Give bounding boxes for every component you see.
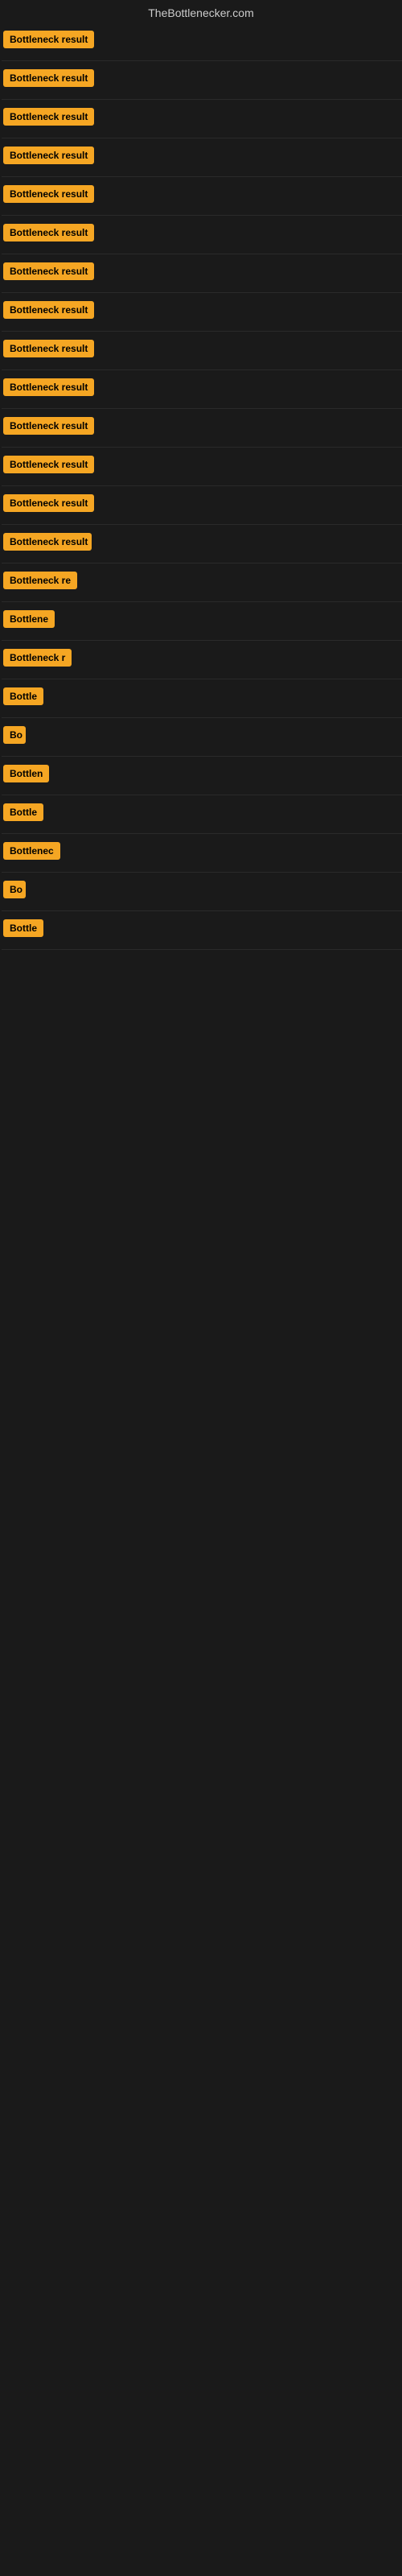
bottleneck-badge-24[interactable]: Bottle <box>3 919 43 937</box>
result-row-12: Bottleneck result <box>2 448 402 486</box>
bottleneck-badge-19[interactable]: Bo <box>3 726 26 744</box>
result-row-1: Bottleneck result <box>2 23 402 61</box>
bottleneck-badge-16[interactable]: Bottlene <box>3 610 55 628</box>
result-row-9: Bottleneck result <box>2 332 402 370</box>
result-row-3: Bottleneck result <box>2 100 402 138</box>
result-row-4: Bottleneck result <box>2 138 402 177</box>
result-row-8: Bottleneck result <box>2 293 402 332</box>
bottleneck-badge-11[interactable]: Bottleneck result <box>3 417 94 435</box>
bottleneck-badge-20[interactable]: Bottlen <box>3 765 49 782</box>
bottleneck-badge-4[interactable]: Bottleneck result <box>3 147 94 164</box>
result-row-20: Bottlen <box>2 757 402 795</box>
results-container: Bottleneck result Bottleneck result Bottle… <box>0 23 402 950</box>
bottleneck-badge-13[interactable]: Bottleneck result <box>3 494 94 512</box>
result-row-2: Bottleneck result <box>2 61 402 100</box>
result-row-22: Bottlenec <box>2 834 402 873</box>
bottleneck-badge-21[interactable]: Bottle <box>3 803 43 821</box>
bottleneck-badge-23[interactable]: Bo <box>3 881 26 898</box>
bottleneck-badge-14[interactable]: Bottleneck result <box>3 533 92 551</box>
result-row-24: Bottle <box>2 911 402 950</box>
bottleneck-badge-3[interactable]: Bottleneck result <box>3 108 94 126</box>
result-row-18: Bottle <box>2 679 402 718</box>
result-row-11: Bottleneck result <box>2 409 402 448</box>
result-row-13: Bottleneck result <box>2 486 402 525</box>
bottleneck-badge-15[interactable]: Bottleneck re <box>3 572 77 589</box>
bottleneck-badge-6[interactable]: Bottleneck result <box>3 224 94 242</box>
result-row-19: Bo <box>2 718 402 757</box>
bottleneck-badge-7[interactable]: Bottleneck result <box>3 262 94 280</box>
result-row-17: Bottleneck r <box>2 641 402 679</box>
bottleneck-badge-2[interactable]: Bottleneck result <box>3 69 94 87</box>
result-row-15: Bottleneck re <box>2 564 402 602</box>
bottleneck-badge-17[interactable]: Bottleneck r <box>3 649 72 667</box>
result-row-10: Bottleneck result <box>2 370 402 409</box>
result-row-5: Bottleneck result <box>2 177 402 216</box>
bottleneck-badge-9[interactable]: Bottleneck result <box>3 340 94 357</box>
bottleneck-badge-5[interactable]: Bottleneck result <box>3 185 94 203</box>
bottleneck-badge-12[interactable]: Bottleneck result <box>3 456 94 473</box>
result-row-6: Bottleneck result <box>2 216 402 254</box>
bottleneck-badge-18[interactable]: Bottle <box>3 687 43 705</box>
result-row-7: Bottleneck result <box>2 254 402 293</box>
bottleneck-badge-8[interactable]: Bottleneck result <box>3 301 94 319</box>
bottleneck-badge-1[interactable]: Bottleneck result <box>3 31 94 48</box>
bottleneck-badge-10[interactable]: Bottleneck result <box>3 378 94 396</box>
result-row-21: Bottle <box>2 795 402 834</box>
result-row-23: Bo <box>2 873 402 911</box>
result-row-16: Bottlene <box>2 602 402 641</box>
result-row-14: Bottleneck result <box>2 525 402 564</box>
bottleneck-badge-22[interactable]: Bottlenec <box>3 842 60 860</box>
site-title: TheBottlenecker.com <box>0 0 402 23</box>
